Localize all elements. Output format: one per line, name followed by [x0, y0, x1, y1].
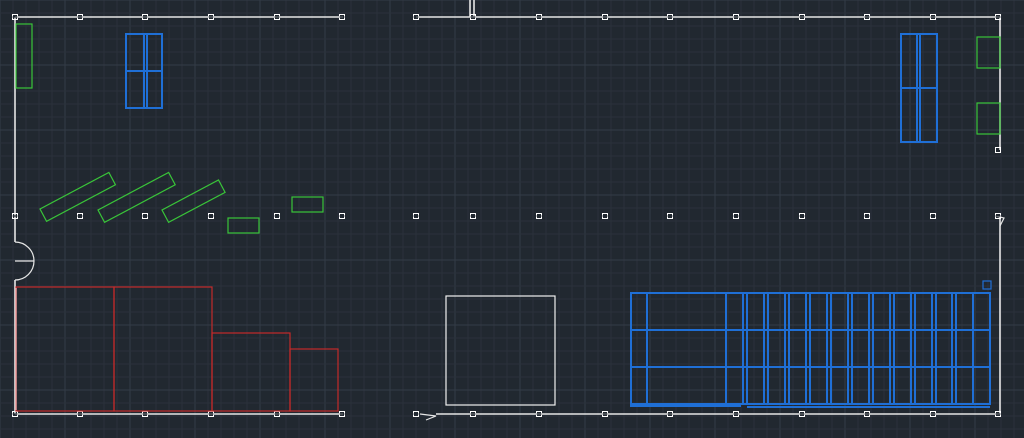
rack-member — [630, 403, 741, 407]
canvas-background — [0, 0, 1024, 438]
drawing-canvas[interactable] — [0, 0, 1024, 438]
floor-plan-svg[interactable] — [0, 0, 1024, 438]
